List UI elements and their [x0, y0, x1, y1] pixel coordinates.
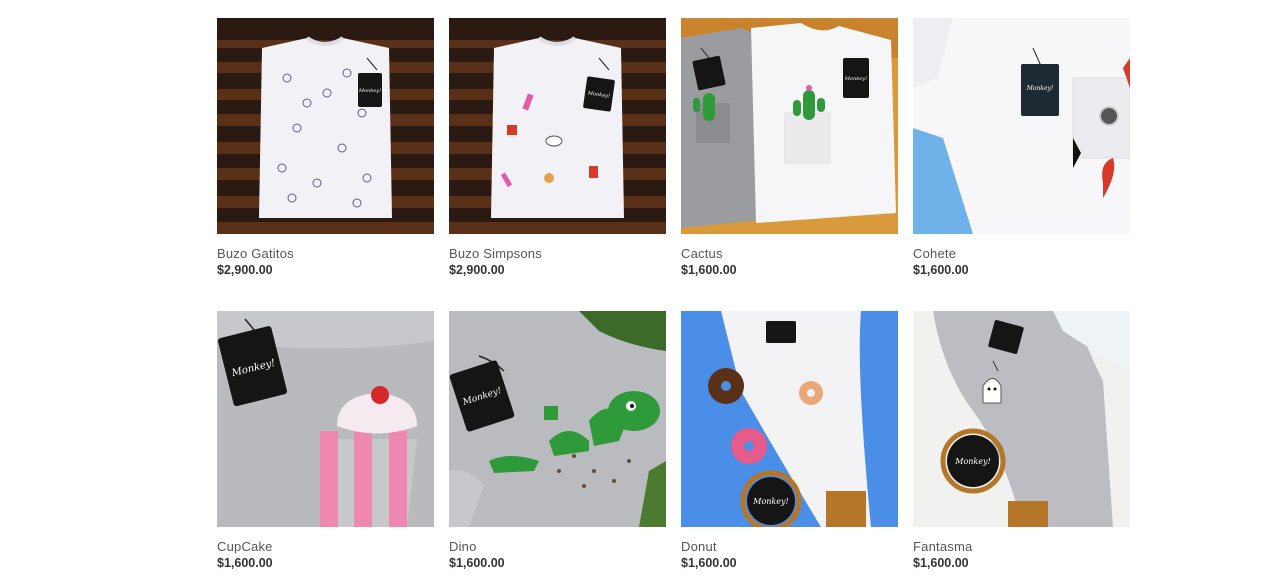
product-price: $2,900.00	[217, 263, 273, 277]
svg-text:Monkey!: Monkey!	[1026, 85, 1054, 92]
product-price: $1,600.00	[913, 556, 969, 570]
product-image-fantasma[interactable]: Monkey!	[913, 311, 1130, 527]
product-name[interactable]: Buzo Gatitos	[217, 246, 434, 261]
product-card-cupcake[interactable]: Monkey! CupCake $1,600.00	[217, 311, 434, 581]
product-name[interactable]: Cohete	[913, 246, 1130, 261]
product-image-cactus[interactable]: Monkey!	[681, 18, 898, 234]
product-name[interactable]: CupCake	[217, 539, 434, 554]
product-name[interactable]: Fantasma	[913, 539, 1130, 554]
product-name[interactable]: Dino	[449, 539, 666, 554]
product-card-buzo-simpsons[interactable]: Monkey! Buzo Simpsons $2,900.00	[449, 18, 666, 288]
svg-text:Monkey!: Monkey!	[844, 76, 867, 82]
product-price: $1,600.00	[217, 556, 273, 570]
product-image-buzo-gatitos[interactable]: Monkey!	[217, 18, 434, 234]
product-name[interactable]: Donut	[681, 539, 898, 554]
product-name[interactable]: Cactus	[681, 246, 898, 261]
product-card-cohete[interactable]: Monkey! Cohete $1,600.00	[913, 18, 1130, 288]
product-image-donut[interactable]: Monkey!	[681, 311, 898, 527]
svg-text:Monkey!: Monkey!	[752, 497, 788, 506]
product-card-buzo-gatitos[interactable]: Monkey! Buzo Gatitos $2,900.00	[217, 18, 434, 288]
product-name[interactable]: Buzo Simpsons	[449, 246, 666, 261]
product-image-buzo-simpsons[interactable]: Monkey!	[449, 18, 666, 234]
product-card-fantasma[interactable]: Monkey! Fantasma $1,600.00	[913, 311, 1130, 581]
product-image-cupcake[interactable]: Monkey!	[217, 311, 434, 527]
product-grid: Monkey! Buzo Gatitos $2,900.00 Monkey! B…	[217, 18, 1130, 581]
product-price: $1,600.00	[449, 556, 505, 570]
svg-text:Monkey!: Monkey!	[954, 457, 990, 466]
product-image-dino[interactable]: Monkey!	[449, 311, 666, 527]
product-card-cactus[interactable]: Monkey! Cactus $1,600.00	[681, 18, 898, 288]
product-image-cohete[interactable]: Monkey!	[913, 18, 1130, 234]
product-price: $1,600.00	[681, 556, 737, 570]
product-price: $2,900.00	[449, 263, 505, 277]
svg-text:Monkey!: Monkey!	[358, 88, 381, 94]
product-price: $1,600.00	[913, 263, 969, 277]
product-card-dino[interactable]: Monkey! Dino $1,600.00	[449, 311, 666, 581]
product-price: $1,600.00	[681, 263, 737, 277]
product-card-donut[interactable]: Monkey! Donut $1,600.00	[681, 311, 898, 581]
